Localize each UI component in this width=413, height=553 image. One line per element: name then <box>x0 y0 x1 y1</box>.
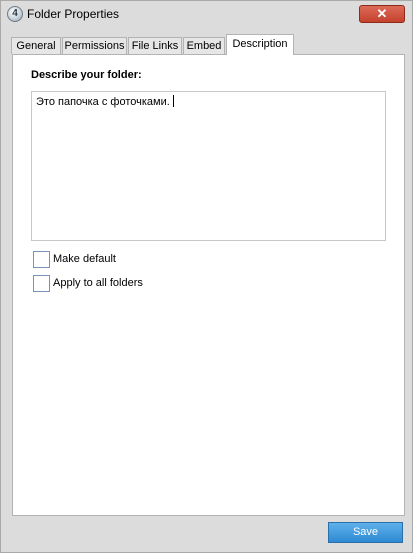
describe-folder-heading: Describe your folder: <box>31 69 142 81</box>
tab-permissions[interactable]: Permissions <box>62 37 127 54</box>
title-bar[interactable]: 4 Folder Properties ✕ <box>1 1 412 27</box>
tab-embed[interactable]: Embed <box>183 37 225 54</box>
apply-all-label: Apply to all folders <box>53 277 143 289</box>
window-title: Folder Properties <box>27 7 120 21</box>
description-panel: Describe your folder: Это папочка с фото… <box>12 54 405 516</box>
tab-description[interactable]: Description <box>226 34 294 55</box>
tab-bar: General Permissions File Links Embed Des… <box>11 34 406 55</box>
description-text: Это папочка с фоточками. <box>36 95 174 108</box>
tab-file-links[interactable]: File Links <box>128 37 182 54</box>
close-button[interactable]: ✕ <box>359 5 405 23</box>
make-default-checkbox[interactable] <box>33 251 50 268</box>
make-default-label: Make default <box>53 253 116 265</box>
apply-all-checkbox[interactable] <box>33 275 50 292</box>
folder-properties-window: 4 Folder Properties ✕ General Permission… <box>0 0 413 553</box>
save-button[interactable]: Save <box>328 522 403 543</box>
description-textarea[interactable]: Это папочка с фоточками. <box>31 91 386 241</box>
app-logo-icon: 4 <box>7 6 23 22</box>
tab-general[interactable]: General <box>11 37 61 54</box>
text-caret <box>172 95 174 107</box>
description-value: Это папочка с фоточками. <box>36 96 170 108</box>
